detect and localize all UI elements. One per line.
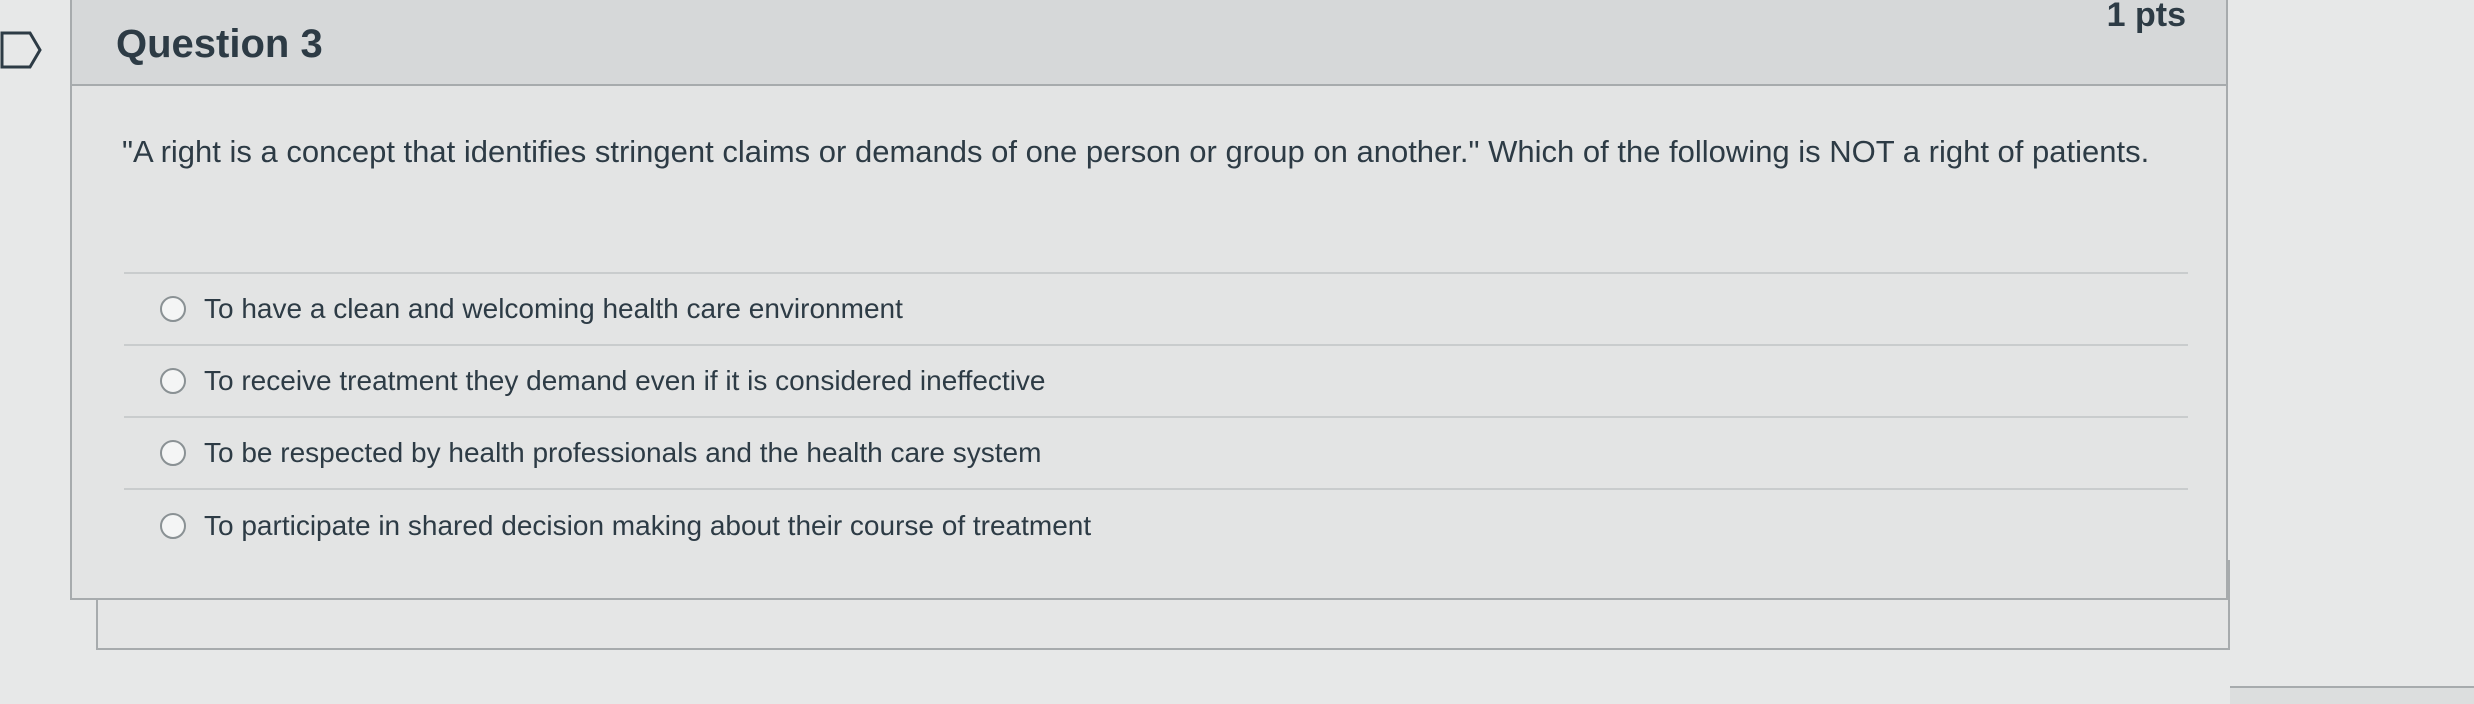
answer-option-2[interactable]: To receive treatment they demand even if… <box>124 346 2188 418</box>
radio-button-icon[interactable] <box>160 296 186 322</box>
answer-label[interactable]: To be respected by health professionals … <box>204 437 1041 469</box>
question-points: 1 pts <box>2106 0 2186 34</box>
quiz-page: Question 3 1 pts "A right is a concept t… <box>0 0 2474 704</box>
radio-button-icon[interactable] <box>160 513 186 539</box>
next-question-edge <box>2230 686 2474 704</box>
question-title: Question 3 <box>116 22 323 66</box>
answer-option-1[interactable]: To have a clean and welcoming health car… <box>124 274 2188 346</box>
answer-list: To have a clean and welcoming health car… <box>124 272 2188 562</box>
bookmark-flag-icon[interactable] <box>0 30 44 70</box>
question-text: "A right is a concept that identifies st… <box>122 134 2150 169</box>
question-card: Question 3 1 pts "A right is a concept t… <box>70 0 2228 600</box>
answer-option-4[interactable]: To participate in shared decision making… <box>124 490 2188 562</box>
answer-label[interactable]: To have a clean and welcoming health car… <box>204 293 903 325</box>
question-header: Question 3 1 pts <box>72 0 2226 86</box>
radio-button-icon[interactable] <box>160 440 186 466</box>
answer-label[interactable]: To receive treatment they demand even if… <box>204 365 1046 397</box>
answer-label[interactable]: To participate in shared decision making… <box>204 510 1091 542</box>
radio-button-icon[interactable] <box>160 368 186 394</box>
answer-option-3[interactable]: To be respected by health professionals … <box>124 418 2188 490</box>
